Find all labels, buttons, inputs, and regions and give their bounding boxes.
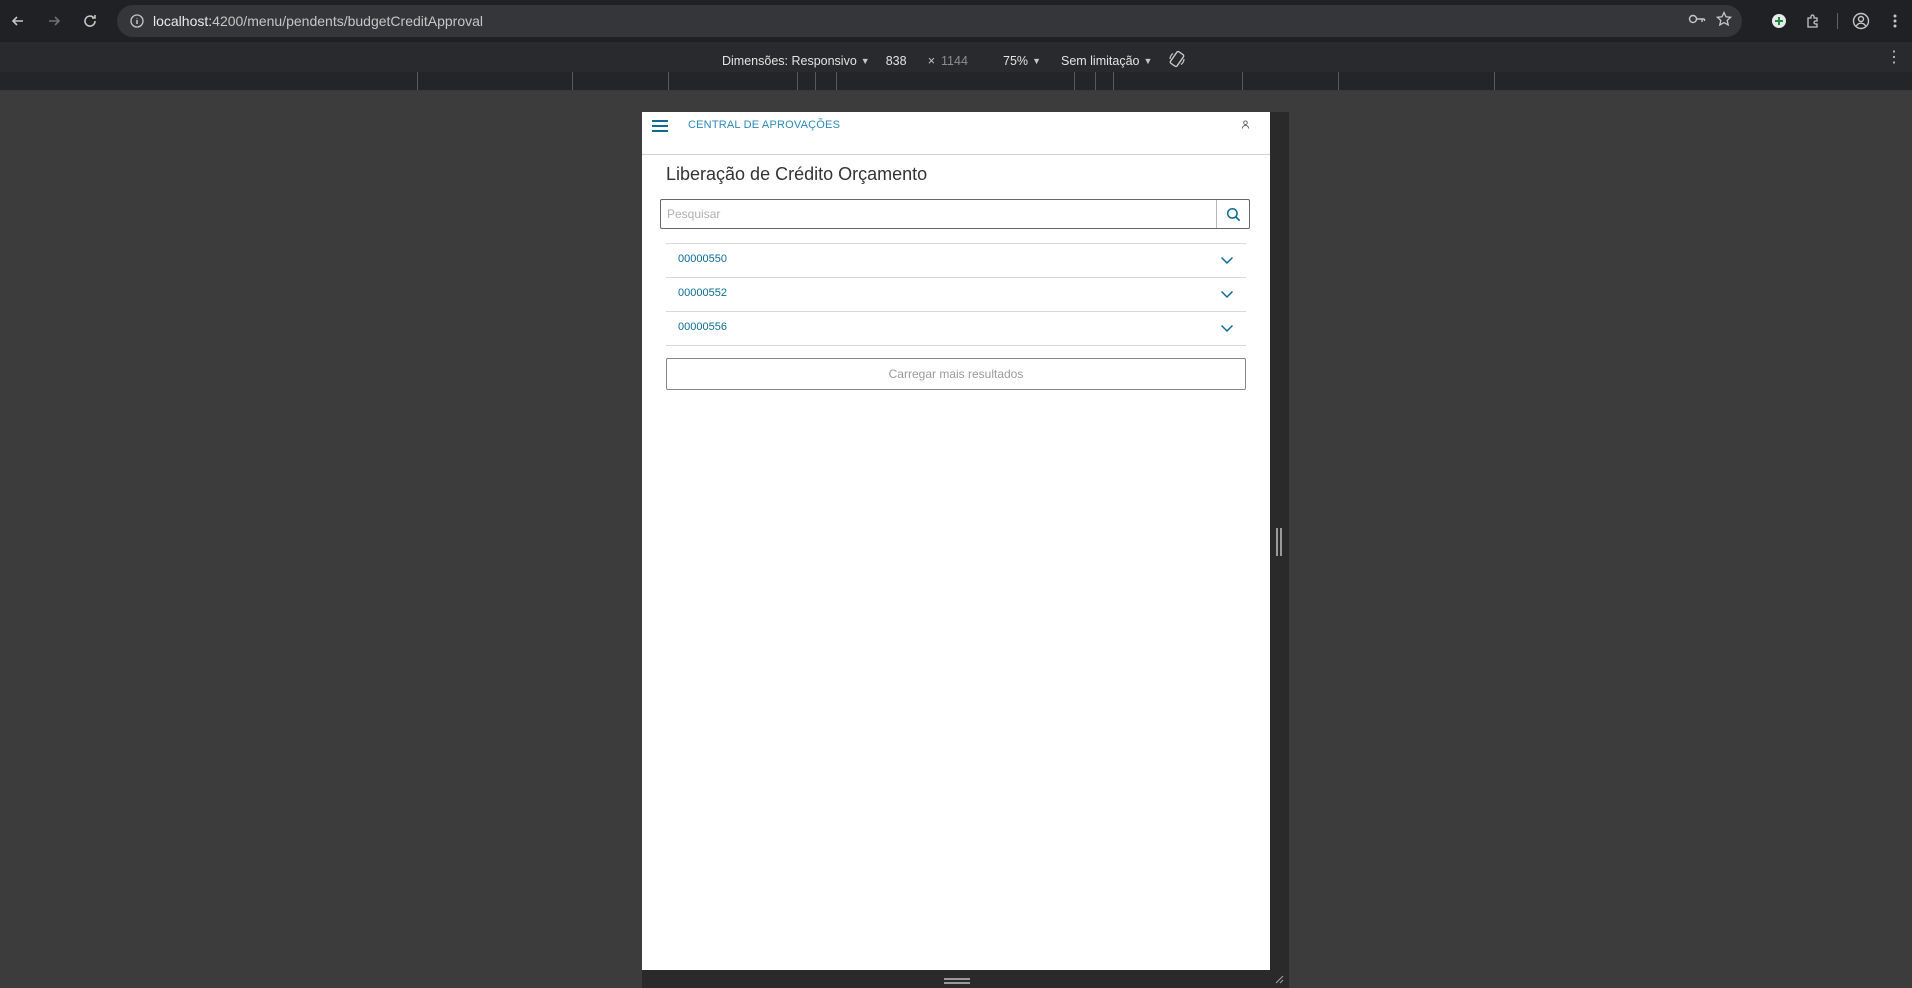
- media-query-segment[interactable]: [815, 72, 816, 90]
- media-query-segment[interactable]: [1074, 72, 1075, 90]
- emulated-viewport: CENTRAL DE APROVAÇÕES Liberação de Crédi…: [642, 112, 1270, 970]
- media-query-segment[interactable]: [836, 72, 837, 90]
- app-title[interactable]: CENTRAL DE APROVAÇÕES: [688, 119, 840, 131]
- media-query-segment[interactable]: [1338, 72, 1339, 90]
- browser-menu-icon[interactable]: [1878, 4, 1912, 38]
- list-item[interactable]: 00000556: [666, 312, 1246, 346]
- media-query-segment[interactable]: [668, 72, 669, 90]
- dimensions-dropdown[interactable]: Dimensões: Responsivo ▼: [722, 54, 870, 68]
- url-host: localhost:: [153, 13, 213, 29]
- resize-width-handle[interactable]: [1276, 528, 1282, 556]
- chevron-down-icon[interactable]: [1220, 253, 1234, 267]
- dimensions-label: Dimensões: Responsivo: [722, 53, 857, 68]
- profile-icon[interactable]: [1844, 4, 1878, 38]
- device-toolbar: Dimensões: Responsivo ▼ 838 × 1144 75% ▼…: [0, 42, 1912, 74]
- throttle-dropdown[interactable]: Sem limitação ▼: [1061, 54, 1152, 68]
- search-button[interactable]: [1216, 200, 1249, 228]
- chevron-down-icon[interactable]: [1220, 287, 1234, 301]
- caret-down-icon: ▼: [860, 55, 870, 66]
- throttle-label: Sem limitação: [1060, 53, 1140, 68]
- back-icon[interactable]: [0, 3, 36, 39]
- search-input[interactable]: [661, 200, 1216, 228]
- user-icon[interactable]: [1241, 120, 1250, 131]
- height-input[interactable]: 1144: [941, 54, 977, 68]
- chevron-down-icon[interactable]: [1220, 321, 1234, 335]
- media-query-segment[interactable]: [1095, 72, 1096, 90]
- zoom-label: 75%: [1003, 53, 1029, 68]
- item-code: 00000552: [678, 287, 727, 299]
- media-query-segment[interactable]: [797, 72, 798, 90]
- password-key-icon[interactable]: [1688, 12, 1706, 31]
- media-query-bar: [0, 72, 1912, 91]
- approval-list: 00000550 00000552 00000556: [666, 243, 1246, 346]
- caret-down-icon: ▼: [1143, 55, 1153, 66]
- app-header: CENTRAL DE APROVAÇÕES: [642, 112, 1270, 155]
- zoom-dropdown[interactable]: 75% ▼: [1003, 54, 1041, 68]
- list-item[interactable]: 00000550: [666, 244, 1246, 278]
- site-info-icon[interactable]: [121, 5, 153, 37]
- item-code: 00000556: [678, 321, 727, 333]
- bookmark-star-icon[interactable]: [1715, 10, 1733, 32]
- resize-height-handle[interactable]: [944, 978, 970, 984]
- browser-toolbar: localhost:4200/menu/pendents/budgetCredi…: [0, 0, 1912, 42]
- device-more-icon[interactable]: ⋮: [1886, 47, 1902, 67]
- resize-corner-handle[interactable]: [1274, 974, 1286, 986]
- media-query-segment[interactable]: [417, 72, 418, 90]
- extension-add-icon[interactable]: [1762, 4, 1796, 38]
- media-query-segment[interactable]: [572, 72, 573, 90]
- dimension-separator: ×: [927, 53, 936, 68]
- width-input[interactable]: 838: [886, 54, 922, 68]
- load-more-button[interactable]: Carregar mais resultados: [666, 358, 1246, 390]
- page-title: Liberação de Crédito Orçamento: [666, 164, 928, 184]
- address-bar[interactable]: localhost:4200/menu/pendents/budgetCredi…: [117, 5, 1742, 37]
- media-query-segment[interactable]: [1242, 72, 1243, 90]
- reload-icon[interactable]: [72, 3, 108, 39]
- item-code: 00000550: [678, 253, 727, 265]
- search-icon: [1226, 207, 1240, 221]
- hamburger-menu-icon[interactable]: [652, 118, 668, 134]
- rotate-icon[interactable]: [1168, 50, 1186, 71]
- url-path: 4200/menu/pendents/budgetCreditApproval: [212, 13, 484, 29]
- media-query-segment[interactable]: [1494, 72, 1495, 90]
- list-item[interactable]: 00000552: [666, 278, 1246, 312]
- extensions-puzzle-icon[interactable]: [1796, 4, 1830, 38]
- search-box: [660, 199, 1250, 229]
- toolbar-divider: [1830, 4, 1844, 38]
- caret-down-icon: ▼: [1032, 55, 1041, 66]
- media-query-segment[interactable]: [1113, 72, 1114, 90]
- forward-icon[interactable]: [36, 3, 72, 39]
- url-text[interactable]: localhost:4200/menu/pendents/budgetCredi…: [153, 13, 483, 29]
